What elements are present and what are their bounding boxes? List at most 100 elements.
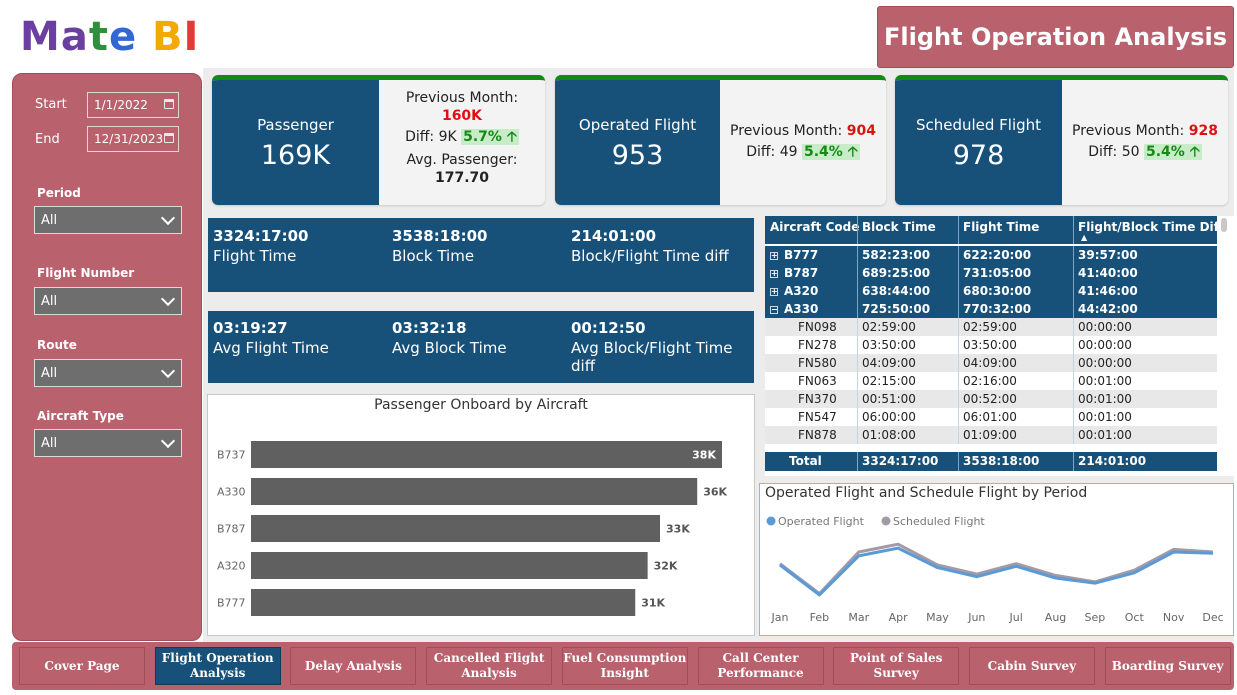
- expand-icon[interactable]: +: [770, 270, 778, 278]
- start-date-input[interactable]: 1/1/2022: [87, 92, 179, 118]
- block-time-cell: 582:23:00: [862, 248, 931, 262]
- flight-time-cell: 02:59:00: [963, 320, 1017, 334]
- table-group-row[interactable]: + B787 689:25:00 731:05:00 41:40:00: [765, 264, 1217, 282]
- flight-number-cell: FN580: [798, 356, 837, 370]
- calendar-icon[interactable]: [164, 133, 174, 143]
- group-code-cell: − A330: [770, 302, 818, 316]
- diff-label: Diff: 9K: [405, 129, 457, 145]
- block-time-stat: 3538:18:00 Block Time: [392, 227, 488, 265]
- page-title: Flight Operation Analysis: [877, 6, 1234, 68]
- nav-button[interactable]: Fuel Consumption Insight: [561, 647, 688, 685]
- prev-month-row: Previous Month: 928: [1062, 123, 1228, 139]
- kpi-operated-compare: Previous Month: 904 Diff: 49 5.4% 🡡: [720, 80, 886, 205]
- total-time-box: 3324:17:00 Flight Time 3538:18:00 Block …: [208, 218, 754, 292]
- stat-value: 3538:18:00: [392, 227, 488, 245]
- column-separator: [1073, 300, 1074, 318]
- aircraft-type-dropdown[interactable]: All: [34, 429, 182, 457]
- column-header: Flight Time: [963, 220, 1040, 234]
- nav-button[interactable]: Cover Page: [19, 647, 145, 685]
- expand-icon[interactable]: +: [770, 252, 778, 260]
- table-group-row[interactable]: − A330 725:50:00 770:32:00 44:42:00: [765, 300, 1217, 318]
- end-date-input[interactable]: 12/31/2023: [87, 126, 179, 152]
- kpi-scheduled-main: Scheduled Flight 978: [895, 80, 1062, 205]
- table-row: FN098 02:59:00 02:59:00 00:00:00: [765, 318, 1217, 336]
- expand-icon[interactable]: +: [770, 288, 778, 296]
- legend-marker: [766, 516, 776, 526]
- flight-time-cell: 680:30:00: [963, 284, 1032, 298]
- arrow-up-icon: 🡡: [506, 129, 517, 145]
- period-dropdown[interactable]: All: [34, 206, 182, 234]
- flight-number-cell: FN063: [798, 374, 837, 388]
- nav-button[interactable]: Flight Operation Analysis: [154, 647, 281, 685]
- end-date-value: 12/31/2023: [94, 132, 164, 146]
- logo-letter: [137, 14, 152, 60]
- nav-button[interactable]: Cabin Survey: [968, 647, 1095, 685]
- flight-by-period-chart-panel: Operated Flight and Schedule Flight by P…: [759, 483, 1234, 636]
- line-chart: Operated Flight Scheduled Flight Jan Feb Mar…: [766, 515, 1224, 624]
- logo-letter: e: [108, 14, 138, 60]
- total-block-time: 3324:17:00: [862, 454, 939, 468]
- x-tick-label: Jun: [967, 611, 985, 624]
- diff-cell: 39:57:00: [1078, 248, 1138, 262]
- flight-time-cell: 770:32:00: [963, 302, 1032, 316]
- nav-button[interactable]: Delay Analysis: [290, 647, 417, 685]
- aircraft-code: A320: [784, 284, 819, 298]
- column-separator: [1073, 336, 1074, 354]
- flight-number-dropdown[interactable]: All: [34, 287, 182, 315]
- flight-number-cell: FN370: [798, 392, 837, 406]
- kpi-value: 169K: [260, 140, 331, 171]
- prev-month-label: Previous Month:: [730, 123, 843, 139]
- prev-month-label: Previous Month:: [405, 90, 519, 106]
- bar: [251, 441, 722, 468]
- table-group-row[interactable]: + B777 582:23:00 622:20:00 39:57:00: [765, 246, 1217, 264]
- filter-sidebar: Start 1/1/2022 End 12/31/2023 Period All…: [12, 73, 202, 641]
- x-tick-label: Nov: [1163, 611, 1185, 624]
- aircraft-type-label: Aircraft Type: [37, 409, 124, 423]
- collapse-icon[interactable]: −: [770, 306, 778, 314]
- column-separator: [1073, 246, 1074, 264]
- stat-label: Block/Flight Time diff: [571, 247, 729, 265]
- diff-cell: 00:01:00: [1078, 374, 1132, 388]
- aircraft-code: A330: [784, 302, 819, 316]
- diff-label: Diff: 50: [1088, 144, 1140, 160]
- kpi-passenger-compare: Previous Month: 160K Diff: 9K 5.7% 🡡 Avg…: [379, 80, 545, 205]
- nav-button[interactable]: Cancelled Flight Analysis: [426, 647, 553, 685]
- avg-flight-time-stat: 03:19:27 Avg Flight Time: [213, 319, 329, 357]
- column-header: Aircraft Code: [770, 220, 860, 234]
- table-header: Aircraft Code Block Time Flight Time Flight…: [765, 216, 1223, 244]
- calendar-icon[interactable]: [164, 99, 174, 109]
- table-row: FN063 02:15:00 02:16:00 00:01:00: [765, 372, 1217, 390]
- column-separator: [958, 318, 959, 336]
- arrow-up-icon: 🡡: [847, 144, 858, 160]
- table-row: FN370 00:51:00 00:52:00 00:01:00: [765, 390, 1217, 408]
- stat-value: 03:19:27: [213, 319, 288, 337]
- block-time-cell: 01:08:00: [862, 428, 916, 442]
- flight-number-cell: FN098: [798, 320, 837, 334]
- nav-button[interactable]: Call Center Performance: [697, 647, 824, 685]
- logo-letter: I: [183, 14, 200, 60]
- x-tick-label: May: [926, 611, 949, 624]
- group-code-cell: + B787: [770, 266, 818, 280]
- route-dropdown[interactable]: All: [34, 359, 182, 387]
- chevron-down-icon: [160, 363, 176, 379]
- table-group-row[interactable]: + A320 638:44:00 680:30:00 41:46:00: [765, 282, 1217, 300]
- nav-button[interactable]: Point of Sales Survey: [833, 647, 960, 685]
- flight-time-cell: 04:09:00: [963, 356, 1017, 370]
- logo-letter: B: [152, 14, 184, 60]
- nav-button[interactable]: Boarding Survey: [1104, 647, 1231, 685]
- column-separator: [1073, 372, 1074, 390]
- column-separator: [857, 264, 858, 282]
- total-flight-time: 3538:18:00: [963, 454, 1040, 468]
- stat-label: Block Time: [392, 247, 475, 265]
- block-time-cell: 02:59:00: [862, 320, 916, 334]
- table-scrollbar[interactable]: [1221, 218, 1227, 232]
- block-time-cell: 689:25:00: [862, 266, 931, 280]
- diff-cell: 00:01:00: [1078, 428, 1132, 442]
- column-separator: [857, 426, 858, 444]
- chevron-down-icon: [160, 210, 176, 226]
- flight-number-cell: FN278: [798, 338, 837, 352]
- total-label: Total: [789, 454, 822, 468]
- column-separator: [857, 452, 858, 471]
- column-separator: [857, 246, 858, 264]
- avg-block-time-stat: 03:32:18 Avg Block Time: [392, 319, 507, 357]
